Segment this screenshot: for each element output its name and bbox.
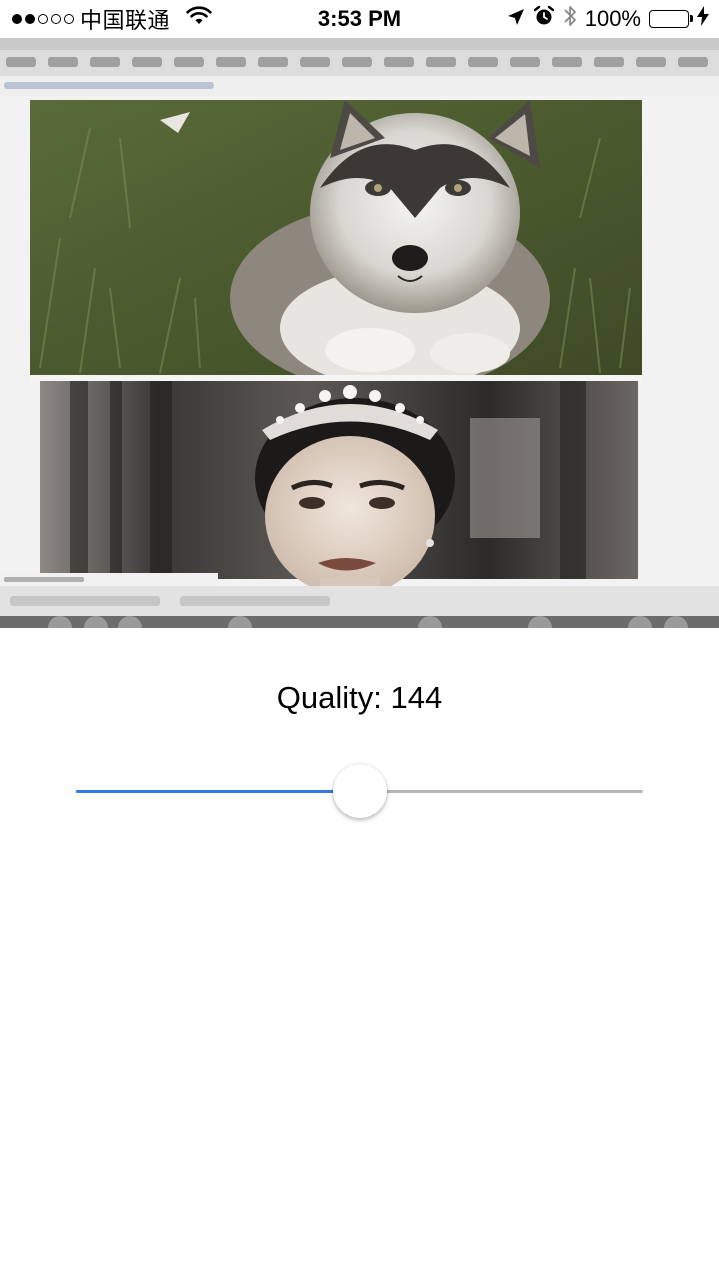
location-arrow-icon	[507, 6, 525, 32]
alarm-icon	[533, 5, 555, 33]
battery-icon	[649, 10, 693, 28]
husky-photo	[30, 100, 642, 393]
quality-label: Quality: 144	[276, 680, 443, 715]
screen: 中国联通 3:53 PM 100% Quality: 144	[0, 0, 719, 1280]
charging-bolt-icon	[697, 6, 709, 32]
status-bar: 中国联通 3:53 PM 100%	[0, 0, 719, 38]
bluetooth-icon	[563, 4, 577, 34]
portrait-photo	[40, 381, 638, 596]
battery-percent: 100%	[584, 6, 641, 31]
camera-preview	[0, 38, 719, 628]
slider-thumb[interactable]	[332, 764, 387, 818]
quality-slider[interactable]	[76, 762, 643, 820]
status-right: 100%	[507, 0, 709, 38]
slider-track-fill	[76, 790, 360, 793]
